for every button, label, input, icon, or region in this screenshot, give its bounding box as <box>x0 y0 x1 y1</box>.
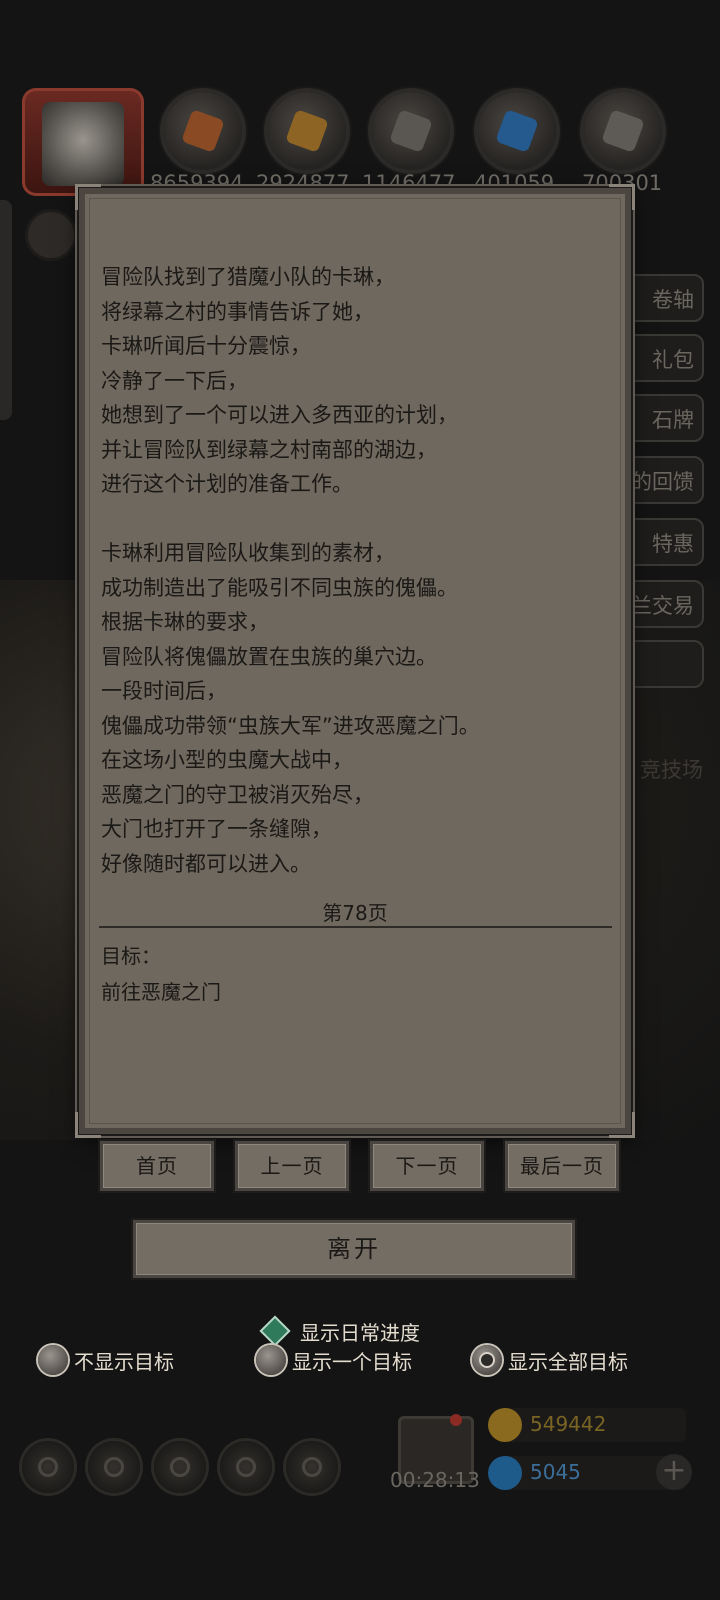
story-line: 将绿幕之村的事情告诉了她， <box>101 299 374 324</box>
story-line: 大门也打开了一条缝隙， <box>101 817 332 841</box>
gold-amount: 549442 <box>530 1412 607 1436</box>
story-line: 成功制造出了能吸引不同虫族的傀儡。 <box>101 575 458 600</box>
bottom-menu-icon[interactable] <box>220 1441 272 1493</box>
story-line: 冒险队找到了猎魔小队的卡琳， <box>101 265 395 289</box>
notification-dot <box>450 1414 462 1426</box>
goal-text: 前往恶魔之门 <box>101 980 221 1004</box>
left-edge-tab[interactable] <box>0 200 12 420</box>
radio-all-goals[interactable]: 显示全部目标 <box>472 1342 628 1378</box>
gem-amount: 5045 <box>530 1460 581 1484</box>
next-page-button[interactable]: 下一页 <box>370 1141 484 1191</box>
resource-crystal-icon[interactable] <box>478 92 556 170</box>
radio-selected-icon <box>472 1345 502 1375</box>
radio-icon <box>38 1345 68 1375</box>
gift-timer: 00:28:13 <box>390 1468 480 1492</box>
story-line: 在这场小型的虫魔大战中， <box>101 748 353 772</box>
divider <box>99 926 612 928</box>
last-page-button[interactable]: 最后一页 <box>505 1141 619 1191</box>
story-line: 卡琳利用冒险队收集到的素材， <box>101 541 395 565</box>
story-text: 冒险队找到了猎魔小队的卡琳， 将绿幕之村的事情告诉了她， 卡琳听闻后十分震惊， … <box>101 260 613 881</box>
bottom-menu-icon[interactable] <box>88 1441 140 1493</box>
radio-all-goals-label: 显示全部目标 <box>508 1349 628 1374</box>
story-line: 并让冒险队到绿幕之村南部的湖边， <box>101 437 437 462</box>
player-avatar[interactable] <box>22 88 144 196</box>
gold-coin-icon <box>488 1408 522 1442</box>
arena-label[interactable]: 竞技场 <box>640 754 703 784</box>
story-line: 好像随时都可以进入。 <box>101 851 311 876</box>
story-line: 卡琳听闻后十分震惊， <box>101 334 311 358</box>
leave-button[interactable]: 离开 <box>133 1220 575 1278</box>
bottom-menu-icon[interactable] <box>154 1441 206 1493</box>
radio-icon <box>256 1345 286 1375</box>
radio-hide-goals-label: 不显示目标 <box>74 1349 174 1374</box>
story-line: 一段时间后， <box>101 679 227 703</box>
resource-ore-icon[interactable] <box>164 92 242 170</box>
story-line: 根据卡琳的要求， <box>101 610 269 634</box>
frame-corner <box>75 184 101 210</box>
resource-silver-icon[interactable] <box>584 92 662 170</box>
radio-hide-goals[interactable]: 不显示目标 <box>38 1342 174 1378</box>
page-number: 第78页 <box>322 901 388 925</box>
frame-corner <box>609 1112 635 1138</box>
story-line: 傀儡成功带领“虫族大军”进攻恶魔之门。 <box>101 713 480 738</box>
first-page-button[interactable]: 首页 <box>100 1141 214 1191</box>
add-currency-button[interactable]: + <box>656 1454 692 1490</box>
story-line: 冷静了一下后， <box>101 368 248 393</box>
story-line: 冒险队将傀儡放置在虫族的巢穴边。 <box>101 644 437 669</box>
story-dialog: 冒险队找到了猎魔小队的卡琳， 将绿幕之村的事情告诉了她， 卡琳听闻后十分震惊， … <box>75 184 635 1138</box>
bottom-menu-icon[interactable] <box>286 1441 338 1493</box>
resource-iron-icon[interactable] <box>372 92 450 170</box>
story-line <box>101 502 613 537</box>
avatar-portrait <box>42 102 124 186</box>
story-line: 恶魔之门的守卫被消灭殆尽， <box>101 782 374 807</box>
radio-one-goal-label: 显示一个目标 <box>292 1349 412 1374</box>
prev-page-button[interactable]: 上一页 <box>235 1141 349 1191</box>
gem-icon <box>488 1456 522 1490</box>
goal-title: 目标： <box>101 944 161 968</box>
bottom-menu-icon[interactable] <box>22 1441 74 1493</box>
story-line: 进行这个计划的准备工作。 <box>101 472 353 496</box>
resource-wood-icon[interactable] <box>268 92 346 170</box>
story-line: 她想到了一个可以进入多西亚的计划， <box>101 403 458 427</box>
event-icon[interactable] <box>28 212 74 258</box>
frame-corner <box>609 184 635 210</box>
frame-corner <box>75 1112 101 1138</box>
radio-one-goal[interactable]: 显示一个目标 <box>256 1342 412 1378</box>
